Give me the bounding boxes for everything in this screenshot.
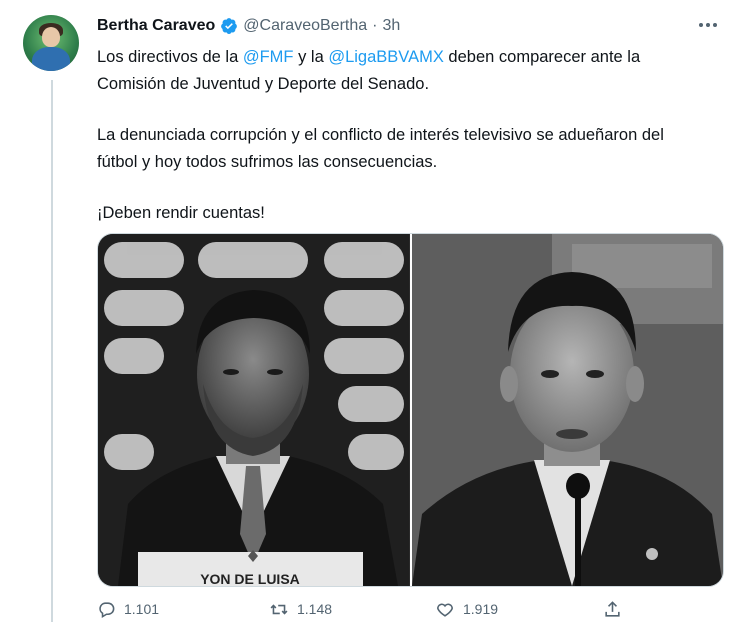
more-icon[interactable]: [696, 15, 720, 35]
verified-badge-icon: [220, 17, 238, 35]
paragraph-1: Los directivos de la @FMF y la @LigaBBVA…: [97, 48, 641, 93]
photo-right[interactable]: [411, 234, 723, 586]
action-bar: 1.101 1.148 1.919: [97, 598, 717, 620]
reply-button[interactable]: 1.101: [97, 600, 159, 619]
author-handle[interactable]: @CaraveoBertha: [243, 17, 367, 35]
retweet-icon: [269, 600, 289, 619]
mention-ligabbvamx[interactable]: @LigaBBVAMX: [328, 48, 444, 66]
media-grid[interactable]: YON DE LUISA: [97, 233, 724, 587]
nameplate-text: YON DE LUISA: [200, 571, 300, 586]
reply-count: 1.101: [124, 601, 160, 617]
share-button[interactable]: [603, 600, 622, 619]
timestamp[interactable]: 3h: [382, 17, 400, 35]
paragraph-3: ¡Deben rendir cuentas!: [97, 204, 265, 222]
author-name[interactable]: Bertha Caraveo: [97, 17, 215, 35]
paragraph-2: La denunciada corrupción y el conflicto …: [97, 126, 664, 171]
photo-left[interactable]: YON DE LUISA: [98, 234, 410, 586]
retweet-count: 1.148: [297, 601, 333, 617]
share-icon: [603, 600, 622, 619]
like-count: 1.919: [463, 601, 499, 617]
retweet-button[interactable]: 1.148: [269, 600, 332, 619]
tweet-card[interactable]: Bertha Caraveo @CaraveoBertha · 3h Los d…: [0, 0, 745, 622]
tweet-header: Bertha Caraveo @CaraveoBertha · 3h: [97, 15, 400, 37]
separator: ·: [372, 17, 378, 34]
thread-line: [51, 80, 53, 622]
tweet-text: Los directivos de la @FMF y la @LigaBBVA…: [97, 44, 707, 227]
mention-fmf[interactable]: @FMF: [243, 48, 294, 66]
like-icon: [435, 600, 455, 619]
avatar[interactable]: [23, 15, 79, 71]
reply-icon: [97, 600, 116, 619]
like-button[interactable]: 1.919: [435, 600, 498, 619]
